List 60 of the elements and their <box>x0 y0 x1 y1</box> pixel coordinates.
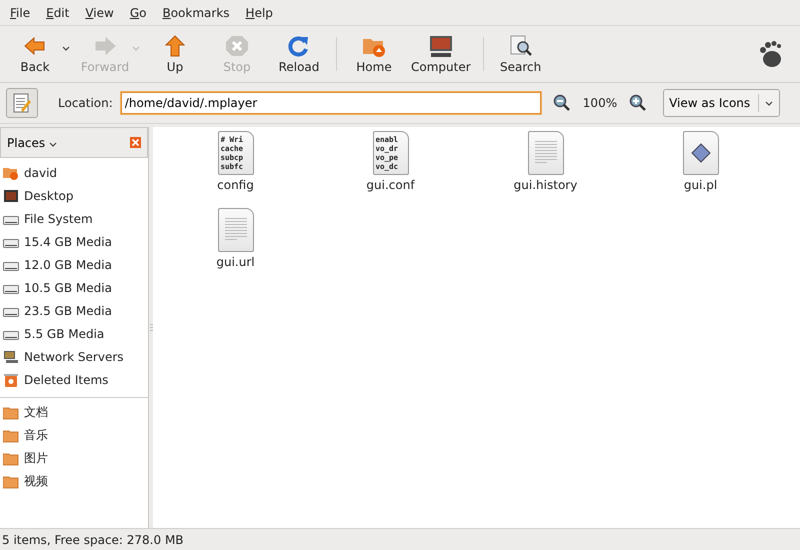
text-file-icon <box>218 208 254 252</box>
file-name[interactable]: gui.pl <box>684 178 718 192</box>
sidebar-item[interactable]: 视频 <box>24 473 48 490</box>
menu-item[interactable]: Edit <box>38 6 78 20</box>
zoom-level: 100% <box>582 96 618 110</box>
script-file-icon <box>682 131 718 175</box>
menu-item[interactable]: Bookmarks <box>154 6 238 20</box>
up-arrow-icon <box>162 34 188 58</box>
location-label: Location: <box>58 96 113 110</box>
menu-item[interactable]: Go <box>122 6 154 20</box>
sidebar-item[interactable]: Network Servers <box>24 350 124 364</box>
sidebar-item[interactable]: 5.5 GB Media <box>24 326 104 340</box>
desktop-icon <box>3 188 19 202</box>
sidebar-item[interactable]: 文档 <box>24 404 48 421</box>
sidebar-item[interactable]: 23.5 GB Media <box>24 304 112 318</box>
stop-icon <box>224 34 250 58</box>
reload-button[interactable]: Reload <box>268 28 330 80</box>
sidebar-item[interactable]: 图片 <box>24 450 48 467</box>
sidebar-item[interactable]: 音乐 <box>24 427 48 444</box>
computer-icon <box>428 34 454 58</box>
search-icon <box>508 34 534 58</box>
text-file-icon <box>528 131 564 175</box>
sidebar-item[interactable]: Desktop <box>24 188 74 202</box>
close-icon[interactable] <box>130 137 141 148</box>
view-mode-dropdown[interactable]: View as Icons <box>663 89 780 117</box>
places-dropdown[interactable]: Places <box>7 136 57 150</box>
sidebar-item[interactable]: 10.5 GB Media <box>24 280 112 294</box>
sidebar-item[interactable]: 12.0 GB Media <box>24 258 112 272</box>
splitter-handle-icon[interactable] <box>150 324 152 331</box>
network-icon <box>3 350 19 364</box>
sidebar-item[interactable]: File System <box>24 212 93 226</box>
caret-icon <box>48 142 57 146</box>
foot-logo-icon <box>758 40 784 68</box>
home-folder-icon <box>3 166 19 180</box>
home-button[interactable]: Home <box>343 28 405 80</box>
caret-icon <box>765 100 774 106</box>
file-name[interactable]: config <box>217 178 254 192</box>
file-name[interactable]: gui.history <box>514 178 578 192</box>
sidebar-item[interactable]: 15.4 GB Media <box>24 234 112 248</box>
status-text: 5 items, Free space: 278.0 MB <box>2 532 184 546</box>
location-field[interactable]: /home/david/.mplayer <box>120 92 541 114</box>
menu-item[interactable]: File <box>2 6 38 20</box>
menu-item[interactable]: Help <box>238 6 281 20</box>
back-button[interactable]: Back <box>4 28 66 80</box>
folder-icon <box>3 428 19 442</box>
notepad-icon <box>12 92 32 114</box>
up-button[interactable]: Up <box>144 28 206 80</box>
folder-icon <box>3 452 19 466</box>
trash-icon <box>3 372 19 386</box>
edit-location-button[interactable] <box>6 88 38 118</box>
file-name[interactable]: gui.url <box>216 255 255 269</box>
caret-icon[interactable] <box>62 46 70 50</box>
computer-button[interactable]: Computer <box>405 28 477 80</box>
menu-item[interactable]: View <box>77 6 122 20</box>
folder-icon <box>3 406 19 420</box>
sidebar-item[interactable]: david <box>24 166 58 180</box>
file-name[interactable]: gui.conf <box>366 178 415 192</box>
search-button[interactable]: Search <box>490 28 552 80</box>
sidebar-item[interactable]: Deleted Items <box>24 372 108 386</box>
folder-icon <box>3 474 19 488</box>
